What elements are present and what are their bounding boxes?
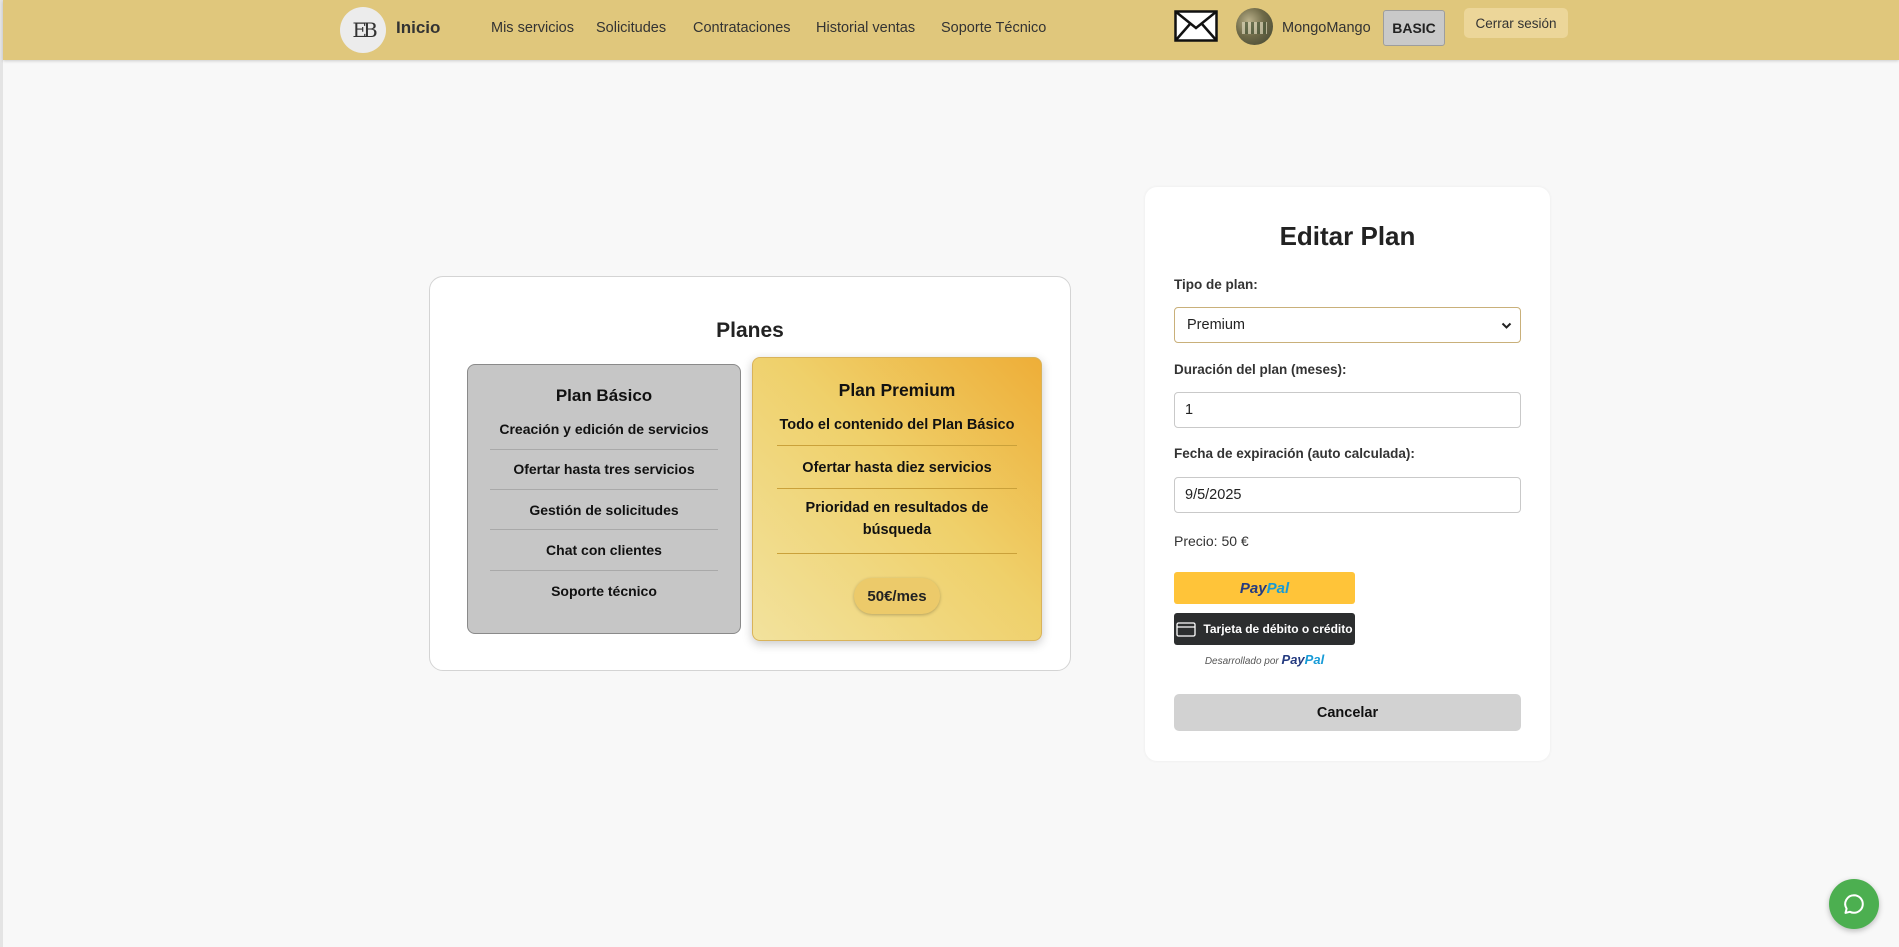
- nav-soporte-tecnico[interactable]: Soporte Técnico: [941, 20, 1046, 36]
- chat-bubble-icon: [1844, 894, 1864, 914]
- logo[interactable]: EB: [340, 7, 386, 53]
- divider: [490, 489, 718, 490]
- credit-card-icon: [1176, 621, 1197, 637]
- plan-premium-title: Plan Premium: [838, 380, 956, 400]
- page-left-edge: [0, 0, 3, 947]
- nav-historial-ventas[interactable]: Historial ventas: [816, 20, 915, 36]
- nav-solicitudes[interactable]: Solicitudes: [596, 20, 666, 36]
- nav-contrataciones[interactable]: Contrataciones: [693, 20, 791, 36]
- plan-premium-card: Plan Premium Todo el contenido del Plan …: [752, 357, 1042, 641]
- plan-basic-feature: Chat con clientes: [546, 542, 662, 558]
- top-navbar: EB Inicio Mis servicios Solicitudes Cont…: [3, 0, 1899, 60]
- divider: [490, 570, 718, 571]
- expiration-label: Fecha de expiración (auto calculada):: [1174, 446, 1415, 461]
- username[interactable]: MongoMango: [1282, 20, 1371, 36]
- powered-logo-pay: Pay: [1281, 652, 1305, 667]
- expiration-input[interactable]: 9/5/2025: [1174, 477, 1521, 513]
- cancel-button[interactable]: Cancelar: [1174, 694, 1521, 731]
- plan-basic-card: Plan Básico Creación y edición de servic…: [467, 364, 741, 634]
- paypal-logo-pal: Pal: [1266, 579, 1290, 597]
- plan-type-select[interactable]: Premium: [1174, 307, 1521, 343]
- plan-basic-feature: Soporte técnico: [551, 583, 657, 599]
- plans-title: Planes: [716, 319, 784, 342]
- plan-type-label: Tipo de plan:: [1174, 277, 1258, 292]
- edit-plan-title: Editar Plan: [1279, 221, 1416, 251]
- chevron-down-icon: [1501, 322, 1512, 329]
- plan-premium-feature: Todo el contenido del Plan Básico: [779, 417, 1015, 433]
- powered-by-paypal: Desarrollado por PayPal: [1174, 652, 1355, 667]
- divider: [777, 445, 1017, 446]
- plan-basic-feature: Ofertar hasta tres servicios: [513, 461, 695, 477]
- card-payment-label: Tarjeta de débito o crédito: [1203, 622, 1353, 636]
- divider: [490, 449, 718, 450]
- chat-button[interactable]: [1829, 879, 1879, 929]
- nav-mis-servicios[interactable]: Mis servicios: [491, 20, 574, 36]
- edit-plan-form: Editar Plan Tipo de plan: Premium Duraci…: [1145, 187, 1550, 761]
- plan-basic-title: Plan Básico: [555, 386, 653, 405]
- plan-premium-feature: Ofertar hasta diez servicios: [802, 460, 992, 476]
- powered-by-text: Desarrollado por: [1204, 656, 1279, 667]
- plans-card: Planes Plan Básico Creación y edición de…: [429, 276, 1071, 671]
- nav-brand-home[interactable]: Inicio: [396, 18, 440, 38]
- duration-label: Duración del plan (meses):: [1174, 362, 1347, 377]
- paypal-logo-pay: Pay: [1239, 579, 1267, 597]
- card-payment-button[interactable]: Tarjeta de débito o crédito: [1174, 613, 1355, 645]
- price-text: Precio: 50 €: [1174, 533, 1249, 549]
- plan-premium-feature: Prioridad en resultados de búsqueda: [805, 500, 989, 538]
- plan-basic-feature: Creación y edición de servicios: [499, 421, 709, 437]
- divider: [777, 488, 1017, 489]
- avatar[interactable]: [1236, 8, 1273, 45]
- plan-type-selected-value: Premium: [1187, 317, 1246, 333]
- plan-premium-price: 50€/mes: [854, 578, 940, 614]
- plan-badge: BASIC: [1383, 10, 1445, 46]
- mail-icon[interactable]: [1174, 10, 1218, 42]
- logout-button[interactable]: Cerrar sesión: [1464, 8, 1568, 38]
- paypal-button[interactable]: Pay Pal: [1174, 572, 1355, 604]
- divider: [777, 553, 1017, 554]
- powered-logo-pal: Pal: [1304, 652, 1325, 667]
- divider: [490, 529, 718, 530]
- plan-basic-feature: Gestión de solicitudes: [529, 502, 679, 518]
- duration-input[interactable]: 1: [1174, 392, 1521, 428]
